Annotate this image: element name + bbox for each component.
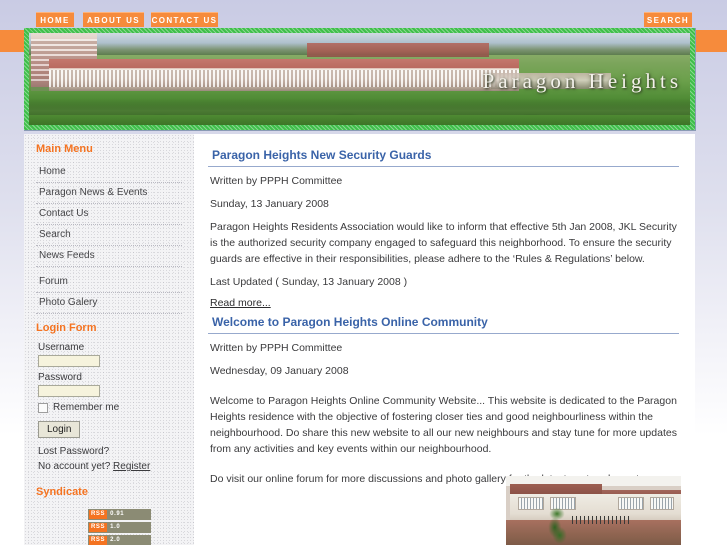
photo-window — [650, 497, 674, 510]
nav-item-contact-us[interactable]: CONTACT US — [151, 12, 218, 27]
sidebar: Main Menu Home Paragon News & Events Con… — [24, 134, 194, 545]
article-body: Paragon Heights Residents Association wo… — [210, 221, 677, 265]
remember-me-label: Remember me — [53, 402, 120, 413]
banner-photo-field — [29, 115, 690, 125]
lost-password-row[interactable]: Lost Password? — [38, 445, 182, 458]
register-row: No account yet? Register — [38, 460, 182, 473]
password-input[interactable] — [38, 385, 100, 397]
main-menu-title: Main Menu — [36, 143, 93, 155]
sidebar-item-forum[interactable]: Forum — [36, 272, 182, 293]
remember-me-row[interactable]: Remember me — [38, 402, 182, 413]
nav-item-about-us[interactable]: ABOUT US — [83, 12, 144, 27]
banner-title: Paragon Heights — [482, 69, 682, 93]
feed-tag: RSS — [89, 523, 108, 532]
feed-value: 2.0 — [107, 536, 150, 545]
sidebar-item-news-feeds[interactable]: News Feeds — [36, 246, 182, 267]
article-body: Welcome to Paragon Heights Online Commun… — [210, 395, 677, 455]
sidebar-item-contact-us[interactable]: Contact Us — [36, 204, 182, 225]
top-navigation-bar: HOME ABOUT US CONTACT US SEARCH — [0, 0, 727, 30]
sidebar-item-home[interactable]: Home — [36, 162, 182, 183]
article-title-rule — [208, 166, 679, 167]
article-photo-houses — [506, 476, 681, 545]
article-author: Written by PPPH Committee — [210, 175, 343, 187]
remember-me-checkbox[interactable] — [38, 402, 48, 413]
feed-badge-rss-091[interactable]: RSS 0.91 — [88, 509, 151, 520]
sidebar-item-paragon-news-events[interactable]: Paragon News & Events — [36, 183, 182, 204]
photo-window — [518, 497, 544, 510]
register-link[interactable]: Register — [113, 461, 150, 472]
article-read-more[interactable]: Read more... — [210, 297, 679, 309]
photo-window — [618, 497, 644, 510]
syndicate-feed-list: RSS 0.91 RSS 1.0 RSS 2.0 ATOM 0.3 OPML — [88, 509, 182, 545]
password-label: Password — [38, 372, 82, 383]
lost-password-link[interactable]: Lost Password? — [38, 446, 109, 457]
sidebar-item-photo-galery[interactable]: Photo Galery — [36, 293, 182, 314]
module-login-form: Login Form Username Password Remember me… — [36, 314, 182, 473]
article-last-updated: Last Updated ( Sunday, 13 January 2008 ) — [210, 276, 408, 288]
sidebar-link-news-feeds[interactable]: News Feeds — [36, 246, 182, 266]
login-button[interactable]: Login — [38, 421, 81, 438]
article-date: Wednesday, 09 January 2008 — [210, 365, 349, 377]
article-title[interactable]: Paragon Heights New Security Guards — [212, 148, 681, 166]
read-more-link[interactable]: Read more... — [210, 297, 271, 309]
feed-tag: RSS — [89, 510, 108, 519]
no-account-label: No account yet? — [38, 461, 111, 472]
decorative-orange-tab-right — [696, 30, 727, 52]
login-form-title: Login Form — [36, 322, 97, 334]
sidebar-link-search[interactable]: Search — [36, 225, 182, 245]
page-body: Main Menu Home Paragon News & Events Con… — [24, 134, 695, 545]
feed-badge-rss-10[interactable]: RSS 1.0 — [88, 522, 151, 533]
main-content: Paragon Heights New Security Guards Writ… — [194, 134, 695, 545]
photo-roof-left — [510, 484, 602, 494]
article-date: Sunday, 13 January 2008 — [210, 198, 329, 210]
module-syndicate: Syndicate RSS 0.91 RSS 1.0 RSS 2.0 ATOM … — [36, 475, 182, 545]
feed-badge-rss-20[interactable]: RSS 2.0 — [88, 535, 151, 545]
photo-railing — [572, 516, 630, 524]
sidebar-link-forum[interactable]: Forum — [36, 272, 182, 292]
sidebar-link-photo-galery[interactable]: Photo Galery — [36, 293, 182, 313]
sidebar-link-contact-us[interactable]: Contact Us — [36, 204, 182, 224]
syndicate-title: Syndicate — [36, 486, 88, 498]
photo-palm-plant — [546, 506, 568, 545]
banner-photograph: Paragon Heights — [29, 33, 690, 125]
banner-photo-terrace-houses — [49, 59, 519, 91]
nav-item-home[interactable]: HOME — [36, 12, 74, 27]
feed-value: 1.0 — [107, 523, 150, 532]
decorative-orange-tab-left — [0, 30, 24, 52]
sidebar-link-home[interactable]: Home — [36, 162, 182, 182]
article-title[interactable]: Welcome to Paragon Heights Online Commun… — [212, 315, 681, 333]
username-label: Username — [38, 342, 85, 353]
site-banner: Paragon Heights — [24, 28, 696, 131]
feed-tag: RSS — [89, 536, 108, 545]
main-menu-list: Home Paragon News & Events Contact Us Se… — [36, 162, 182, 314]
article-welcome: Welcome to Paragon Heights Online Commun… — [208, 315, 681, 487]
banner-photo-far-roofs — [307, 43, 489, 57]
username-input[interactable] — [38, 355, 100, 367]
article-security-guards: Paragon Heights New Security Guards Writ… — [208, 148, 681, 309]
article-author: Written by PPPH Committee — [210, 342, 343, 354]
feed-value: 0.91 — [107, 510, 150, 519]
nav-item-search[interactable]: SEARCH — [644, 12, 692, 27]
module-main-menu: Main Menu Home Paragon News & Events Con… — [36, 134, 182, 314]
article-title-rule — [208, 333, 679, 334]
sidebar-item-search[interactable]: Search — [36, 225, 182, 246]
sidebar-link-paragon-news-events[interactable]: Paragon News & Events — [36, 183, 182, 203]
